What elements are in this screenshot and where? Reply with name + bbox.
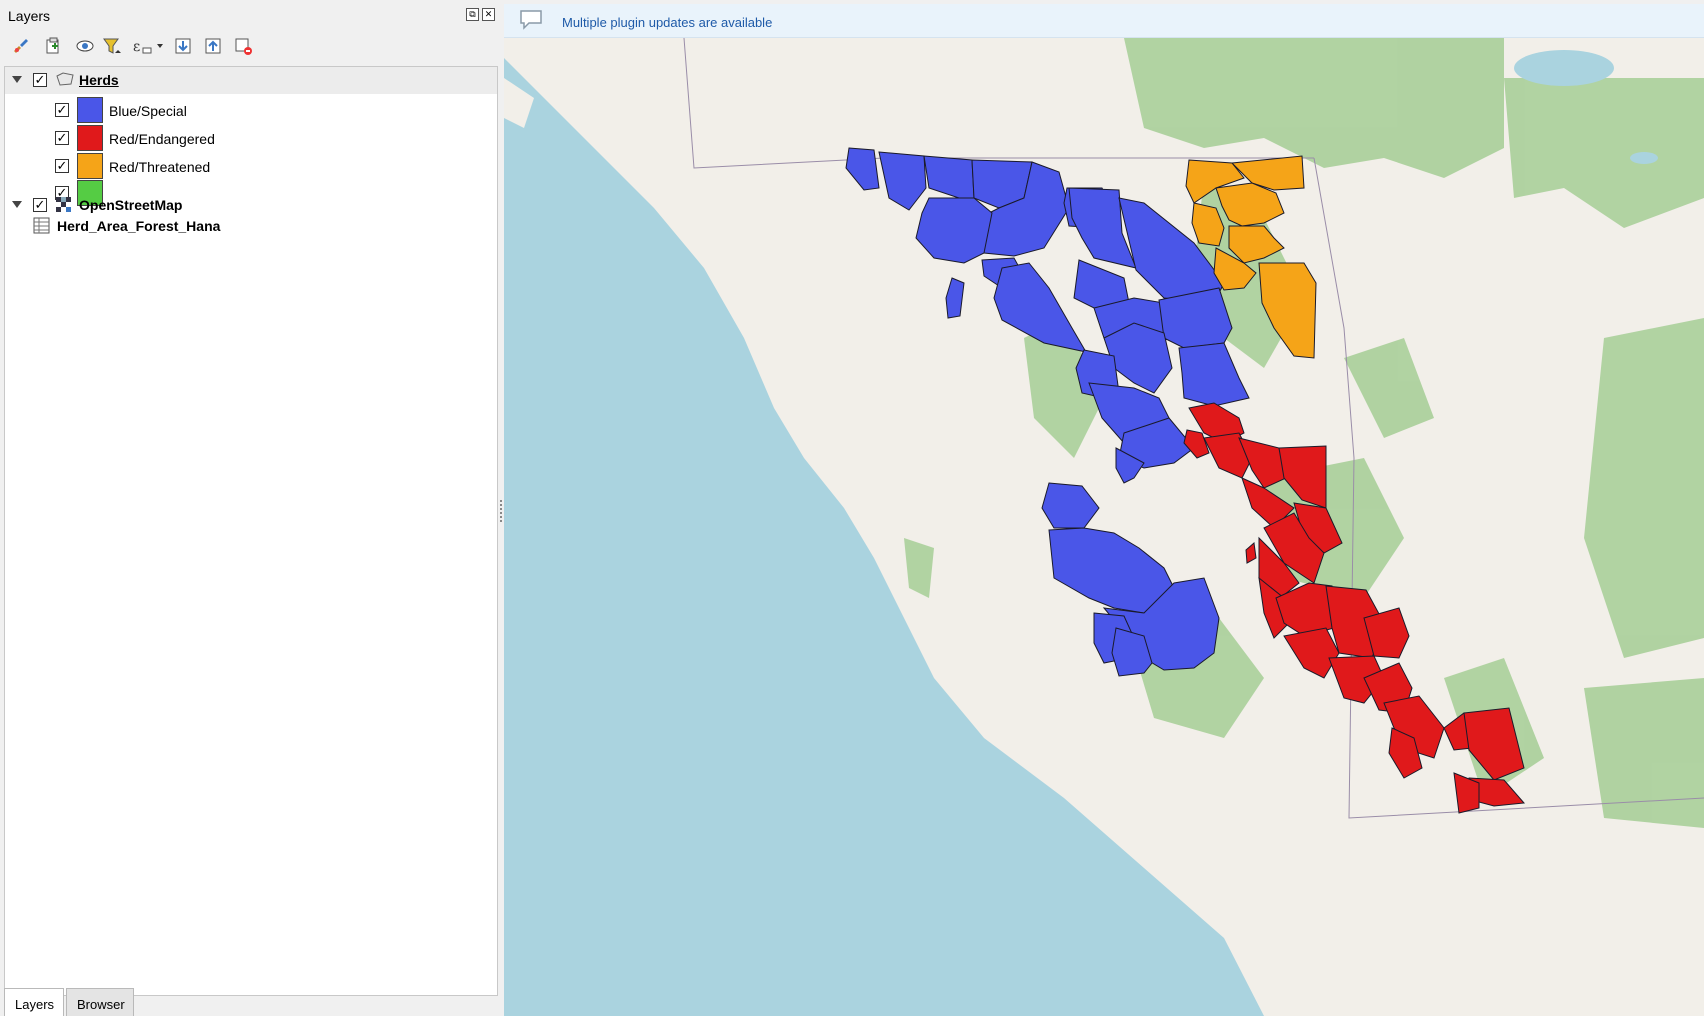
remove-layer-icon[interactable]: [230, 34, 256, 58]
panel-title: Layers: [8, 8, 51, 24]
collapse-all-icon[interactable]: [200, 34, 226, 58]
panel-tabs: Layers Browser: [4, 988, 498, 1016]
category-row-other[interactable]: ✓: [5, 166, 497, 206]
paintbrush-icon[interactable]: [8, 34, 34, 58]
notification-bar: Multiple plugin updates are available: [504, 4, 1704, 38]
collapse-arrow-icon[interactable]: [11, 199, 23, 211]
table-layer-icon: [33, 217, 53, 235]
add-group-icon[interactable]: [40, 34, 66, 58]
island: [504, 78, 534, 128]
category-row-red-threatened[interactable]: ✓ Red/Threatened: [5, 139, 497, 179]
layer-row-herd-area-table[interactable]: Herd_Area_Forest_Hana: [5, 213, 497, 240]
tab-browser[interactable]: Browser: [66, 988, 134, 1016]
expression-filter-icon[interactable]: ε: [130, 34, 166, 58]
speech-bubble-icon: [518, 8, 544, 37]
tab-layers[interactable]: Layers: [4, 988, 64, 1016]
layers-panel: Layers ⧉ ✕ ε ✓ Herds ✓ Blue/Special ✓ Re…: [0, 0, 500, 1016]
filter-icon[interactable]: [100, 34, 126, 58]
map-view: [504, 38, 1704, 1016]
svg-text:ε: ε: [133, 39, 140, 55]
float-panel-button[interactable]: ⧉: [466, 8, 479, 21]
lake: [1630, 152, 1658, 164]
lake: [1514, 50, 1614, 86]
osm-checkbox[interactable]: ✓: [33, 198, 47, 212]
layer-tree: ✓ Herds ✓ Blue/Special ✓ Red/Endangered …: [4, 66, 498, 996]
layer-name-herd-area-forest: Herd_Area_Forest_Hana: [57, 218, 221, 234]
layer-name-openstreetmap: OpenStreetMap: [79, 197, 183, 213]
close-panel-button[interactable]: ✕: [482, 8, 495, 21]
category-row-red-endangered[interactable]: ✓ Red/Endangered: [5, 111, 497, 151]
notification-text[interactable]: Multiple plugin updates are available: [562, 15, 772, 30]
category-row-blue-special[interactable]: ✓ Blue/Special: [5, 83, 497, 123]
eye-icon[interactable]: [72, 34, 98, 58]
map-canvas[interactable]: [504, 38, 1704, 1016]
expand-all-icon[interactable]: [170, 34, 196, 58]
layers-toolbar: ε: [8, 34, 488, 60]
raster-layer-icon: [55, 196, 75, 214]
